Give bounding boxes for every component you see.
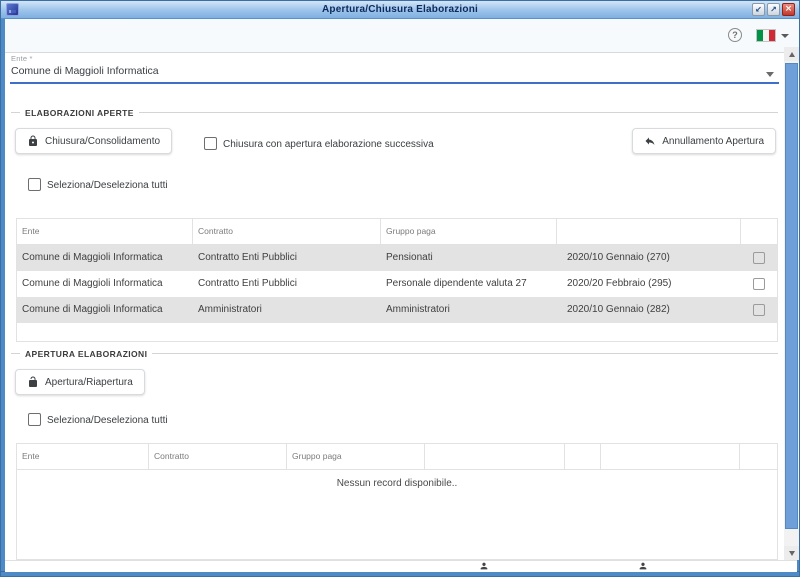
section-elaborazioni-aperte-legend: ELABORAZIONI APERTE xyxy=(11,107,778,118)
apertura-elaborazioni-grid: Ente Contratto Gruppo paga Nessun record… xyxy=(16,443,778,560)
column-header-gruppo-paga[interactable]: Gruppo paga xyxy=(287,444,425,469)
column-header-ente[interactable]: Ente xyxy=(17,444,149,469)
cell-contratto: Amministratori xyxy=(193,297,381,323)
cell-contratto: Contratto Enti Pubblici xyxy=(193,245,381,271)
vertical-scrollbar[interactable] xyxy=(784,47,799,560)
table-row[interactable]: Comune di Maggioli Informatica Amministr… xyxy=(17,297,777,323)
cell-ente: Comune di Maggioli Informatica xyxy=(17,271,193,297)
person-icon[interactable] xyxy=(479,561,489,571)
chevron-down-icon[interactable] xyxy=(781,34,789,38)
legend-text: APERTURA ELABORAZIONI xyxy=(25,349,147,359)
ente-label: Ente * xyxy=(11,54,33,63)
select-all-apertura-label: Seleziona/Deseleziona tutti xyxy=(47,415,168,426)
button-label: Annullamento Apertura xyxy=(662,136,764,147)
column-header-empty[interactable] xyxy=(425,444,565,469)
arrow-down-left-icon: ↙ xyxy=(755,5,762,14)
column-header-empty[interactable] xyxy=(740,444,777,469)
cell-periodo: 2020/10 Gennaio (282) xyxy=(557,297,741,323)
cell-contratto: Contratto Enti Pubblici xyxy=(193,271,381,297)
titlebar: Apertura/Chiusura Elaborazioni xyxy=(1,1,799,19)
arrow-up-right-icon: ↗ xyxy=(770,5,777,14)
partial-table-row xyxy=(5,560,797,572)
scrollbar-thumb[interactable] xyxy=(785,63,798,529)
cell-periodo: 2020/10 Gennaio (270) xyxy=(557,245,741,271)
column-header-contratto[interactable]: Contratto xyxy=(193,219,381,244)
help-icon: ? xyxy=(732,30,738,40)
button-label: Chiusura/Consolidamento xyxy=(45,136,160,147)
section-apertura-elaborazioni-legend: APERTURA ELABORAZIONI xyxy=(11,348,778,359)
ente-underline xyxy=(10,82,779,84)
cell-ente: Comune di Maggioli Informatica xyxy=(17,297,193,323)
restore-window-button[interactable]: ↙ xyxy=(752,3,765,16)
cell-ente: Comune di Maggioli Informatica xyxy=(17,245,193,271)
row-checkbox[interactable] xyxy=(753,278,765,290)
elaborazioni-aperte-grid: Ente Contratto Gruppo paga Comune di Mag… xyxy=(16,218,778,342)
row-checkbox[interactable] xyxy=(753,252,765,264)
annullamento-apertura-button[interactable]: Annullamento Apertura xyxy=(632,128,776,154)
grid-header: Ente Contratto Gruppo paga xyxy=(17,444,777,470)
window: Apertura/Chiusura Elaborazioni ↙ ↗ × ? E… xyxy=(0,0,800,577)
scroll-down-button[interactable] xyxy=(784,546,799,560)
maximize-window-button[interactable]: ↗ xyxy=(767,3,780,16)
toolbar xyxy=(5,19,799,53)
scroll-up-button[interactable] xyxy=(784,47,799,61)
ente-dropdown-icon[interactable] xyxy=(766,72,774,77)
arrow-down-icon xyxy=(789,551,795,556)
window-title: Apertura/Chiusura Elaborazioni xyxy=(1,1,799,18)
cell-periodo: 2020/20 Febbraio (295) xyxy=(557,271,741,297)
app-logo-icon xyxy=(6,3,19,16)
empty-grid-message: Nessun record disponibile.. xyxy=(17,470,777,489)
column-header-periodo[interactable] xyxy=(557,219,741,244)
language-selector[interactable] xyxy=(756,29,776,42)
chiusura-successiva-checkbox[interactable] xyxy=(204,137,217,150)
person-icon[interactable] xyxy=(638,561,648,571)
apertura-riapertura-button[interactable]: Apertura/Riapertura xyxy=(15,369,145,395)
legend-text: ELABORAZIONI APERTE xyxy=(25,108,134,118)
table-row[interactable]: Comune di Maggioli Informatica Contratto… xyxy=(17,271,777,297)
column-header-ente[interactable]: Ente xyxy=(17,219,193,244)
close-window-button[interactable]: × xyxy=(782,3,795,16)
select-all-open-checkbox[interactable] xyxy=(28,178,41,191)
help-button[interactable]: ? xyxy=(728,28,742,42)
cell-gruppo-paga: Personale dipendente valuta 27 xyxy=(381,271,557,297)
button-label: Apertura/Riapertura xyxy=(45,377,133,388)
select-all-apertura-checkbox[interactable] xyxy=(28,413,41,426)
select-all-open-label: Seleziona/Deseleziona tutti xyxy=(47,180,168,191)
grid-header: Ente Contratto Gruppo paga xyxy=(17,219,777,245)
cell-gruppo-paga: Pensionati xyxy=(381,245,557,271)
ente-value: Comune di Maggioli Informatica xyxy=(11,65,159,77)
lock-open-icon xyxy=(27,376,39,388)
lock-icon xyxy=(27,135,39,147)
column-header-contratto[interactable]: Contratto xyxy=(149,444,287,469)
column-header-empty[interactable] xyxy=(565,444,601,469)
row-checkbox[interactable] xyxy=(753,304,765,316)
cell-gruppo-paga: Amministratori xyxy=(381,297,557,323)
undo-arrow-icon xyxy=(644,135,656,147)
column-header-gruppo-paga[interactable]: Gruppo paga xyxy=(381,219,557,244)
arrow-up-icon xyxy=(789,52,795,57)
chiusura-successiva-checkbox-label: Chiusura con apertura elaborazione succe… xyxy=(223,139,434,150)
column-header-empty[interactable] xyxy=(601,444,740,469)
close-icon: × xyxy=(785,4,793,14)
window-frame-left xyxy=(1,19,5,572)
column-header-select[interactable] xyxy=(741,219,777,244)
chiusura-consolidamento-button[interactable]: Chiusura/Consolidamento xyxy=(15,128,172,154)
table-row[interactable]: Comune di Maggioli Informatica Contratto… xyxy=(17,245,777,271)
